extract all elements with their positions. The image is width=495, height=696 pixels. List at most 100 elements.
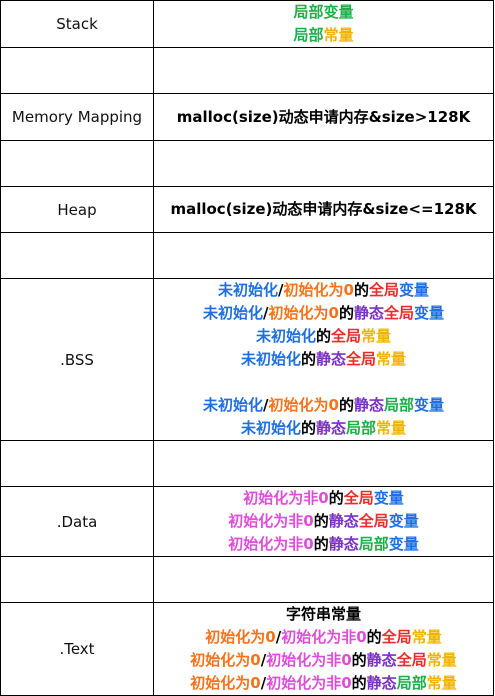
desc-line: 未初始化的静态全局常量 [154,348,493,371]
desc-segment: 变量 [373,489,404,507]
segment-desc-bss: 未初始化/初始化为0的全局变量 未初始化/初始化为0的静态全局变量 未初始化的全局常… [153,278,494,441]
desc-segment: 变量 [388,535,419,553]
desc-segment: 静态 [328,535,359,553]
row-bss: .BSS 未初始化/初始化为0的全局变量 未初始化/初始化为0的静态全局变量 未初始… [0,278,494,441]
row-memory-mapping: Memory Mapping malloc(size)动态申请内存&size>1… [0,93,494,141]
desc-segment: 的 [351,674,367,692]
desc-segment: 初始化为非0 [266,674,352,692]
desc-segment: 全局 [331,327,362,345]
desc-segment: 常量 [426,674,457,692]
desc-segment: 静态 [328,512,359,530]
row-gap [0,47,494,94]
desc-segment: 的 [300,419,316,437]
desc-segment: 未初始化 [218,281,279,299]
desc-segment: 的 [313,535,329,553]
desc-segment: 的 [300,350,316,368]
desc-segment: malloc(size)动态申请内存&size>128K [176,107,471,126]
desc-segment: 全局 [381,628,412,646]
desc-line: 初始化为非0的全局变量 [154,487,493,510]
desc-segment: 静态 [353,396,384,414]
segment-label-memory-mapping: Memory Mapping [0,93,154,141]
desc-segment: 局部 [358,535,389,553]
desc-line: 未初始化的全局常量 [154,325,493,348]
desc-segment: 局部 [396,674,427,692]
desc-line: 未初始化/初始化为0的全局变量 [154,279,493,302]
gap-cell [0,556,154,603]
desc-segment: 初始化为非0 [228,512,314,530]
row-gap [0,140,494,187]
desc-segment: 静态 [353,304,384,322]
desc-segment: 常量 [376,350,407,368]
segment-label-text: .Text [0,602,154,696]
desc-segment: 初始化为非0 [266,651,352,669]
desc-segment: 初始化为非0 [243,489,329,507]
desc-segment: 未初始化 [240,350,301,368]
desc-segment: 初始化为非0 [228,535,314,553]
desc-line: malloc(size)动态申请内存&size<=128K [154,198,493,221]
segment-desc-memory-mapping: malloc(size)动态申请内存&size>128K [153,93,494,141]
desc-segment: 初始化为0 [268,304,339,322]
desc-segment: 常量 [361,327,392,345]
desc-line: 初始化为非0的静态局部变量 [154,533,493,556]
desc-segment: malloc(size)动态申请内存&size<=128K [170,200,477,218]
desc-line: 字符串常量 [154,603,493,626]
row-gap [0,440,494,487]
segment-desc-text: 字符串常量初始化为0/初始化为非0的全局常量 初始化为0/初始化为非0的静态全局常… [153,602,494,696]
desc-line: 初始化为0/初始化为非0的静态局部常量 [154,672,493,695]
desc-line: 初始化为非0的静态全局变量 [154,510,493,533]
desc-segment: 常量 [376,419,407,437]
desc-segment: 的 [313,512,329,530]
segment-desc-heap: malloc(size)动态申请内存&size<=128K [153,186,494,233]
desc-segment: 未初始化 [255,327,316,345]
desc-segment: 初始化为0 [190,674,261,692]
desc-segment: 初始化为0 [268,396,339,414]
desc-line: 局部变量 [154,1,493,24]
segment-desc-stack: 局部变量局部常量 [153,0,494,48]
desc-line: 未初始化的静态局部常量 [154,417,493,440]
desc-segment: 的 [338,396,354,414]
desc-segment: 初始化为非0 [281,628,367,646]
desc-line: 初始化为0/初始化为非0的静态全局常量 [154,649,493,672]
desc-segment: 静态 [315,350,346,368]
desc-segment: 全局 [346,350,377,368]
row-gap [0,556,494,603]
gap-cell [0,140,154,187]
row-gap [0,232,494,279]
desc-segment: 初始化为0 [283,281,354,299]
row-data: .Data 初始化为非0的全局变量 初始化为非0的静态全局变量 初始化为非0的静态局… [0,486,494,557]
desc-segment: 的 [328,489,344,507]
gap-cell [153,47,494,94]
gap-cell [153,232,494,279]
desc-segment: 全局 [358,512,389,530]
gap-cell [153,140,494,187]
segment-label-bss: .BSS [0,278,154,441]
desc-line: 未初始化/初始化为0的静态全局变量 [154,302,493,325]
desc-segment: 全局 [343,489,374,507]
desc-segment: 常量 [323,26,354,44]
desc-segment: 静态 [315,419,346,437]
desc-segment: 的 [353,281,369,299]
segment-label-heap: Heap [0,186,154,233]
desc-segment: 字符串常量 [285,605,361,623]
desc-segment: 未初始化 [203,396,264,414]
desc-line: 初始化为0/初始化为非0的全局常量 [154,626,493,649]
desc-segment: 全局 [368,281,399,299]
desc-segment: 局部 [346,419,377,437]
desc-segment: 初始化为0 [190,651,261,669]
desc-segment: 的 [366,628,382,646]
row-text: .Text 字符串常量初始化为0/初始化为非0的全局常量 初始化为0/初始化为非0… [0,602,494,696]
desc-segment: 的 [338,304,354,322]
desc-segment: 常量 [411,628,442,646]
desc-segment: 变量 [398,281,429,299]
desc-line: malloc(size)动态申请内存&size>128K [154,106,493,129]
desc-segment: 局部 [293,26,324,44]
desc-segment: 变量 [413,396,444,414]
segment-label-data: .Data [0,486,154,557]
desc-segment: 的 [351,651,367,669]
gap-cell [0,440,154,487]
desc-line: 未初始化/初始化为0的静态局部变量 [154,394,493,417]
desc-segment: 的 [315,327,331,345]
desc-segment: 局部变量 [293,3,354,21]
gap-cell [0,47,154,94]
desc-line [154,371,493,394]
